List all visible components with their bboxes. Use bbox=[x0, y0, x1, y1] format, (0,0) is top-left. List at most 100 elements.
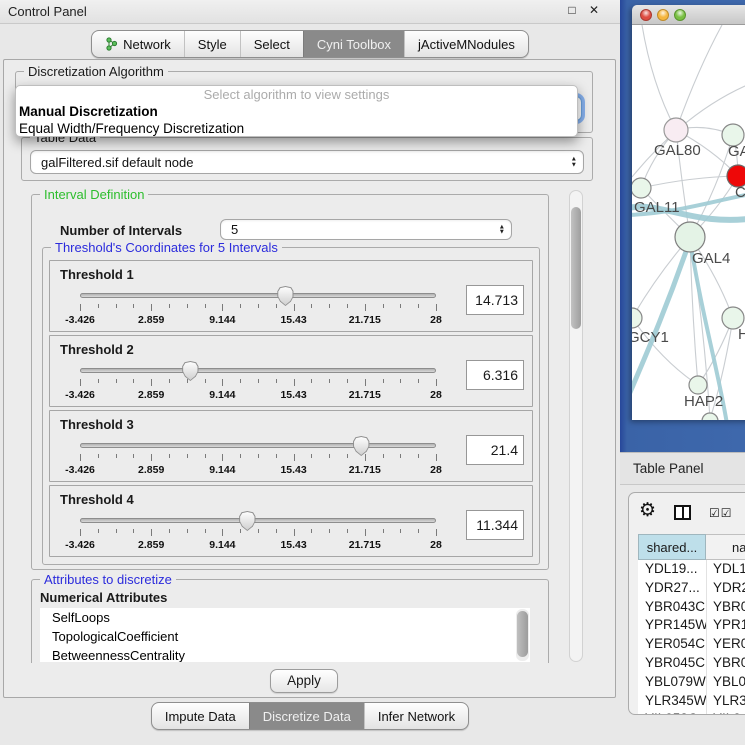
threshold-slider-4[interactable]: -3.4262.8599.14415.4321.71528 bbox=[80, 512, 436, 556]
table-row[interactable]: YER054CYER0 bbox=[638, 635, 745, 654]
threshold-value-field[interactable]: 6.316 bbox=[466, 360, 524, 390]
slider-tick-label: 15.43 bbox=[280, 389, 306, 401]
settings-vertical-scrollbar[interactable] bbox=[569, 190, 583, 662]
threshold-slider-1[interactable]: -3.4262.8599.14415.4321.71528 bbox=[80, 287, 436, 331]
threshold-slider-3[interactable]: -3.4262.8599.14415.4321.71528 bbox=[80, 437, 436, 481]
slider-thumb[interactable] bbox=[182, 361, 199, 381]
table-row[interactable]: YDL19...YDL1 bbox=[638, 560, 745, 579]
tab-infer-network[interactable]: Infer Network bbox=[364, 703, 468, 729]
zoom-light[interactable] bbox=[674, 9, 686, 21]
cell-name: YDR2 bbox=[706, 579, 745, 598]
gear-icon[interactable]: ⚙ bbox=[639, 501, 656, 521]
network-node-gcy1[interactable] bbox=[632, 308, 642, 328]
column-header-shared-name[interactable]: shared... bbox=[638, 534, 706, 560]
slider-thumb[interactable] bbox=[277, 286, 294, 306]
algorithm-popup-item-equal-width-frequency-discretization[interactable]: Equal Width/Frequency Discretization bbox=[16, 120, 577, 137]
threshold-value-field[interactable]: 14.713 bbox=[466, 285, 524, 315]
tab-impute-data[interactable]: Impute Data bbox=[152, 703, 249, 729]
slider-minor-tick bbox=[329, 529, 330, 533]
network-canvas[interactable]: GAL80GACGAL11GAL4GCY1HHAP2 bbox=[632, 25, 745, 420]
cell-shared-name: YDR27... bbox=[638, 579, 706, 598]
slider-minor-tick bbox=[205, 379, 206, 383]
slider-minor-tick bbox=[400, 379, 401, 383]
light-shine bbox=[658, 10, 668, 20]
slider-tick-label: 21.715 bbox=[349, 389, 381, 401]
slider-minor-tick bbox=[116, 304, 117, 308]
close-light[interactable] bbox=[640, 9, 652, 21]
slider-major-tick bbox=[294, 529, 295, 536]
slider-track[interactable] bbox=[80, 368, 436, 373]
network-node-label: GA bbox=[728, 143, 745, 160]
network-node-gal80[interactable] bbox=[664, 118, 688, 142]
network-edge[interactable] bbox=[641, 176, 738, 188]
slider-minor-tick bbox=[258, 529, 259, 533]
cell-name: YER0 bbox=[706, 635, 745, 654]
slider-tick-label: 28 bbox=[430, 539, 442, 551]
threshold-slider-2[interactable]: -3.4262.8599.14415.4321.71528 bbox=[80, 362, 436, 406]
network-edge[interactable] bbox=[642, 25, 676, 130]
cell-name: YBR0 bbox=[706, 654, 745, 673]
tab-cyni-toolbox[interactable]: Cyni Toolbox bbox=[303, 31, 404, 57]
network-edge[interactable] bbox=[676, 25, 722, 130]
slider-minor-tick bbox=[116, 454, 117, 458]
columns-icon[interactable] bbox=[674, 505, 691, 520]
settings-scrollbar-thumb[interactable] bbox=[571, 207, 581, 329]
network-node[interactable] bbox=[702, 413, 718, 420]
number-of-intervals-combobox[interactable]: 5 ▲▼ bbox=[220, 219, 512, 240]
slider-minor-tick bbox=[258, 304, 259, 308]
attribute-item-betweennesscentrality[interactable]: BetweennessCentrality bbox=[40, 646, 530, 662]
attribute-item-topologicalcoefficient[interactable]: TopologicalCoefficient bbox=[40, 627, 530, 646]
slider-tick-label: 9.144 bbox=[209, 539, 235, 551]
slider-minor-tick bbox=[169, 529, 170, 533]
slider-minor-tick bbox=[329, 379, 330, 383]
slider-track[interactable] bbox=[80, 518, 436, 523]
slider-track[interactable] bbox=[80, 443, 436, 448]
slider-thumb[interactable] bbox=[353, 436, 370, 456]
slider-minor-tick bbox=[418, 529, 419, 533]
apply-button[interactable]: Apply bbox=[270, 669, 338, 693]
table-row[interactable]: YLR345WYLR3 bbox=[638, 692, 745, 711]
table-row[interactable]: YDR27...YDR2 bbox=[638, 579, 745, 598]
slider-tick-label: 9.144 bbox=[209, 314, 235, 326]
threshold-value-field[interactable]: 21.4 bbox=[466, 435, 524, 465]
thresholds-group-title: Threshold's Coordinates for 5 Intervals bbox=[51, 240, 282, 255]
attributes-list-scrollbar[interactable] bbox=[516, 609, 529, 661]
slider-tick-label: 15.43 bbox=[280, 464, 306, 476]
table-row[interactable]: YBR045CYBR0 bbox=[638, 654, 745, 673]
tab-label: jActiveMNodules bbox=[418, 32, 515, 57]
algorithm-popup-item-manual-discretization[interactable]: Manual Discretization bbox=[16, 103, 577, 120]
column-header-name[interactable]: na bbox=[706, 534, 745, 560]
slider-minor-tick bbox=[187, 304, 188, 308]
checkbox-icons[interactable]: ☑☑ bbox=[709, 506, 733, 520]
columns-icon-divider bbox=[682, 507, 684, 518]
network-node-gal11[interactable] bbox=[632, 178, 651, 198]
table-row[interactable]: YBR043CYBR0 bbox=[638, 598, 745, 617]
minimize-light[interactable] bbox=[657, 9, 669, 21]
slider-tick-label: 15.43 bbox=[280, 539, 306, 551]
tab-discretize-data[interactable]: Discretize Data bbox=[249, 703, 364, 729]
cell-shared-name: YPR145W bbox=[638, 616, 706, 635]
network-node-gal4[interactable] bbox=[675, 222, 705, 252]
slider-tick-label: 28 bbox=[430, 389, 442, 401]
numerical-attributes-list[interactable]: SelfLoopsTopologicalCoefficientBetweenne… bbox=[40, 608, 530, 662]
close-window-icon[interactable]: ✕ bbox=[586, 3, 602, 17]
table-data-combobox[interactable]: galFiltered.sif default node ▲▼ bbox=[30, 150, 584, 174]
network-window-titlebar[interactable] bbox=[632, 5, 745, 25]
threshold-value-field[interactable]: 11.344 bbox=[466, 510, 524, 540]
network-node-hap2[interactable] bbox=[689, 376, 707, 394]
table-row[interactable]: YPR145WYPR1 bbox=[638, 616, 745, 635]
tab-select[interactable]: Select bbox=[240, 31, 303, 57]
float-window-icon[interactable]: □ bbox=[564, 3, 580, 17]
slider-track[interactable] bbox=[80, 293, 436, 298]
table-panel-inner: ⚙ ☑☑ shared... na YDL19...YDL1YDR27...YD… bbox=[628, 492, 745, 715]
attribute-item-selfloops[interactable]: SelfLoops bbox=[40, 608, 530, 627]
slider-major-tick bbox=[80, 379, 81, 386]
table-row[interactable]: YIL052CYIL0 bbox=[638, 710, 745, 715]
tab-style[interactable]: Style bbox=[184, 31, 240, 57]
tab-jactivemnodules[interactable]: jActiveMNodules bbox=[404, 31, 528, 57]
attributes-scrollbar-thumb[interactable] bbox=[517, 611, 528, 657]
tab-network[interactable]: Network bbox=[92, 31, 184, 57]
slider-minor-tick bbox=[418, 304, 419, 308]
slider-thumb[interactable] bbox=[239, 511, 256, 531]
table-row[interactable]: YBL079WYBL0 bbox=[638, 673, 745, 692]
